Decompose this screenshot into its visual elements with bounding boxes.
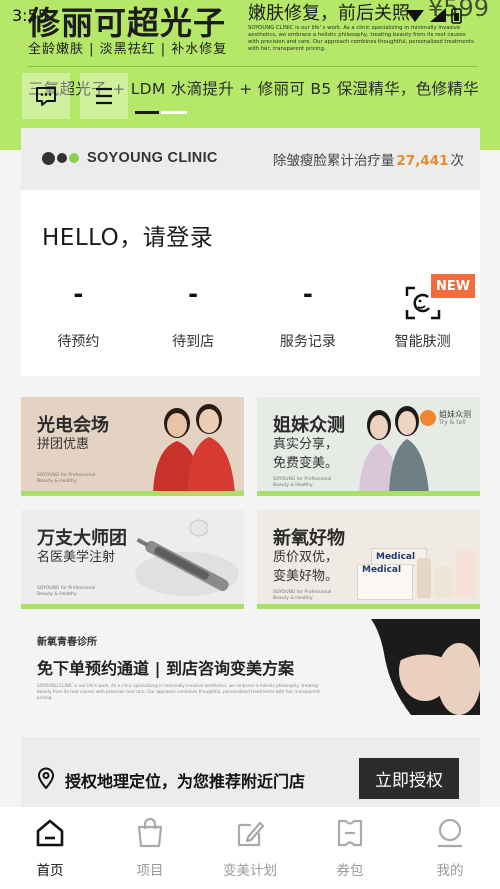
pen-edit-icon: [237, 821, 265, 847]
stat-label: 除皱瘦脸累计治疗量: [272, 153, 395, 169]
nav-label: 变美计划: [223, 863, 277, 879]
brand-name: SOYOUNG CLINIC: [87, 150, 218, 166]
tile-fineprint: SOYOUNG for Professional Beauty & Health…: [273, 477, 332, 488]
message-button[interactable]: [22, 73, 70, 119]
nav-home[interactable]: 首页: [0, 807, 100, 889]
tile-accent-bar: [21, 491, 244, 496]
portrait-image: [371, 619, 480, 715]
hero-divider: [28, 66, 478, 67]
appointment-banner[interactable]: 新氧青春诊所 免下单预约通道 | 到店咨询变美方案 SOYOUNG CLINIC…: [21, 619, 480, 715]
tile-subtitle: 名医美学注射: [37, 550, 116, 565]
authorize-location-button[interactable]: 立即授权: [359, 758, 459, 799]
product-tube: [455, 550, 477, 598]
banner-brand: 新氧青春诊所: [37, 637, 97, 648]
bottom-nav: 首页 项目 变美计划 券包 我的: [0, 807, 500, 889]
review-logo-sub: Try & tell: [439, 419, 466, 426]
tile-title: 万支大师团: [37, 528, 127, 549]
product-bottle: [417, 558, 431, 598]
menu-icon: [96, 87, 112, 105]
tile-fineprint: SOYOUNG for Professional Beauty & Health…: [37, 586, 96, 597]
profile-icon: [438, 818, 462, 848]
wifi-icon: [406, 10, 424, 22]
member-card: SOYOUNG CLINIC 除皱瘦脸累计治疗量 27,441 次 HELLO，请登…: [21, 128, 480, 376]
pager-dot: [161, 111, 187, 114]
coupon-icon: [337, 819, 363, 847]
home-icon: [36, 819, 64, 847]
tile-fineprint: SOYOUNG for Professional Beauty & Health…: [273, 590, 332, 601]
tile-title: 新氧好物: [273, 528, 345, 549]
quick-pending-visit[interactable]: - 待到店: [136, 280, 251, 360]
card-header: SOYOUNG CLINIC 除皱瘦脸累计治疗量 27,441 次: [21, 128, 480, 190]
quick-value: -: [188, 280, 199, 308]
nav-label: 我的: [436, 863, 464, 879]
brand-logo: SOYOUNG CLINIC: [42, 150, 218, 166]
tile-subtitle: 拼团优惠: [37, 437, 90, 452]
tile-photoelectric[interactable]: 光电会场 拼团优惠 SOYOUNG for Professional Beaut…: [21, 397, 244, 496]
tile-subtitle-2: 变美好物。: [273, 569, 339, 584]
quick-label: 待预约: [57, 334, 100, 350]
login-greeting[interactable]: HELLO，请登录: [42, 218, 213, 252]
tile-subtitle: 真实分享，: [273, 437, 339, 452]
tile-accent-bar: [257, 604, 480, 609]
nav-label: 券包: [336, 863, 364, 879]
tile-subtitle-2: 免费变美。: [273, 456, 339, 471]
bag-icon: [137, 817, 163, 848]
tile-subtitle: 质价双优，: [273, 550, 339, 565]
tile-title: 光电会场: [37, 415, 109, 436]
nav-coupons[interactable]: 券包: [300, 807, 400, 889]
location-permission-bar: 授权地理定位，为您推荐附近门店 立即授权: [21, 737, 480, 817]
quick-label: 智能肤测: [394, 334, 451, 350]
product-box-2: Medical: [357, 564, 413, 600]
nav-label: 首页: [36, 863, 64, 879]
chat-icon: [36, 87, 56, 106]
quick-value: -: [302, 280, 313, 308]
hero-right-title: 嫩肤修复，前后关照: [248, 3, 410, 24]
location-pin-icon: [37, 767, 55, 789]
new-badge: NEW: [431, 274, 475, 298]
status-time: 3:55: [12, 6, 48, 25]
quick-value: -: [73, 280, 84, 308]
tile-good-products[interactable]: 新氧好物 质价双优， 变美好物。 SOYOUNG for Professiona…: [257, 510, 480, 609]
banner-headline: 免下单预约通道 | 到店咨询变美方案: [37, 659, 294, 678]
hero-description: SOYOUNG CLINIC is our life' s work. As a…: [248, 25, 474, 52]
treatment-stat: 除皱瘦脸累计治疗量 27,441 次: [273, 149, 464, 169]
tile-title: 姐妹众测: [273, 415, 345, 436]
review-logo-mark: [420, 410, 436, 426]
hero-subtitle: 全龄嫩肤 | 淡黑祛红 | 补水修复: [28, 42, 228, 57]
pager-dot-active: [135, 111, 159, 114]
quick-service-records[interactable]: - 服务记录: [251, 280, 366, 360]
location-prompt: 授权地理定位，为您推荐附近门店: [65, 772, 306, 791]
signal-icon: [430, 8, 446, 22]
tile-master-team[interactable]: 万支大师团 名医美学注射 SOYOUNG for Professional Be…: [21, 510, 244, 609]
nav-label: 项目: [136, 863, 164, 879]
quick-actions: - 待预约 - 待到店 - 服务记录 智能肤测: [21, 280, 480, 360]
tile-fineprint: SOYOUNG for Professional Beauty & Health…: [37, 473, 96, 484]
quick-pending-appointment[interactable]: - 待预约: [21, 280, 136, 360]
tile-accent-bar: [21, 604, 244, 609]
stat-unit: 次: [450, 153, 465, 169]
stat-value: 27,441: [396, 153, 449, 169]
syringe-image: [135, 519, 239, 596]
product-jar: [435, 566, 453, 598]
quick-label: 待到店: [172, 334, 215, 350]
nav-beauty-plan[interactable]: 变美计划: [200, 807, 300, 889]
quick-label: 服务记录: [279, 334, 336, 350]
nav-profile[interactable]: 我的: [400, 807, 500, 889]
models-image: [153, 404, 235, 493]
menu-button[interactable]: [80, 73, 128, 119]
nav-projects[interactable]: 项目: [100, 807, 200, 889]
status-icons: [406, 8, 462, 24]
tile-sister-review[interactable]: 姐妹众测 真实分享， 免费变美。 SOYOUNG for Professiona…: [257, 397, 480, 496]
tile-accent-bar: [257, 491, 480, 496]
banner-description: SOYOUNG CLINIC is our life's work. As a …: [37, 683, 320, 700]
